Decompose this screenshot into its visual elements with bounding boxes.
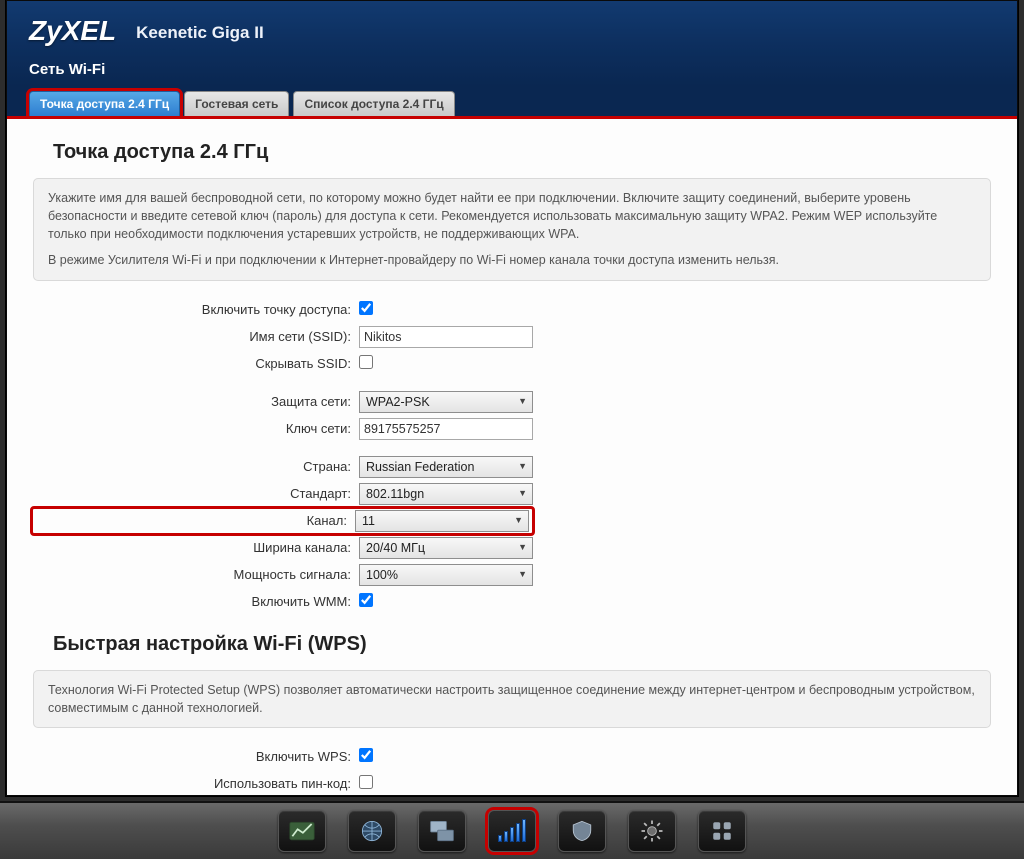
taskbar-monitor-icon[interactable]: [418, 810, 466, 852]
label-wps-enable: Включить WPS:: [33, 749, 359, 764]
wps-title: Быстрая настройка Wi-Fi (WPS): [53, 633, 991, 656]
app-window: ZyXEL Keenetic Giga II Сеть Wi-Fi Точка …: [6, 0, 1018, 796]
input-ssid[interactable]: [359, 326, 533, 348]
label-width: Ширина канала:: [33, 540, 359, 555]
select-standard[interactable]: 802.11bgn: [359, 483, 533, 505]
checkbox-wps-enable[interactable]: [359, 748, 373, 762]
select-country[interactable]: Russian Federation: [359, 456, 533, 478]
tab-access-point[interactable]: Точка доступа 2.4 ГГц: [29, 91, 180, 116]
wps-form: Включить WPS: Использовать пин-код:: [33, 744, 991, 795]
label-key: Ключ сети:: [33, 421, 359, 436]
taskbar-globe-icon[interactable]: [348, 810, 396, 852]
checkbox-wps-pin[interactable]: [359, 775, 373, 789]
brand-logo: ZyXEL: [29, 15, 116, 47]
label-security: Защита сети:: [33, 394, 359, 409]
label-enable-ap: Включить точку доступа:: [33, 302, 359, 317]
wps-hint-text: Технология Wi-Fi Protected Setup (WPS) п…: [48, 681, 976, 717]
wps-hint-box: Технология Wi-Fi Protected Setup (WPS) п…: [33, 670, 991, 728]
taskbar-wifi-icon[interactable]: [488, 810, 536, 852]
select-channel[interactable]: 11: [355, 510, 529, 532]
tab-access-list[interactable]: Список доступа 2.4 ГГц: [293, 91, 454, 116]
select-security[interactable]: WPA2-PSK: [359, 391, 533, 413]
tabs: Точка доступа 2.4 ГГц Гостевая сеть Спис…: [7, 86, 1017, 119]
label-wps-pin: Использовать пин-код:: [33, 776, 359, 791]
label-hide-ssid: Скрывать SSID:: [33, 356, 359, 371]
label-power: Мощность сигнала:: [33, 567, 359, 582]
taskbar-shield-icon[interactable]: [558, 810, 606, 852]
hint-text-1: Укажите имя для вашей беспроводной сети,…: [48, 189, 976, 243]
taskbar-dashboard-icon[interactable]: [278, 810, 326, 852]
hint-text-2: В режиме Усилителя Wi-Fi и при подключен…: [48, 251, 976, 269]
taskbar-apps-icon[interactable]: [698, 810, 746, 852]
label-standard: Стандарт:: [33, 486, 359, 501]
taskbar-gear-icon[interactable]: [628, 810, 676, 852]
ap-form: Включить точку доступа: Имя сети (SSID):…: [33, 297, 991, 615]
checkbox-wmm[interactable]: [359, 593, 373, 607]
model-name: Keenetic Giga II: [136, 23, 264, 47]
content: Точка доступа 2.4 ГГц Укажите имя для ва…: [7, 119, 1017, 795]
panel-title: Точка доступа 2.4 ГГц: [53, 141, 991, 164]
hint-box: Укажите имя для вашей беспроводной сети,…: [33, 178, 991, 281]
signal-bars-icon: [498, 820, 526, 842]
taskbar: [0, 801, 1024, 859]
label-wmm: Включить WMM:: [33, 594, 359, 609]
label-country: Страна:: [33, 459, 359, 474]
select-width[interactable]: 20/40 МГц: [359, 537, 533, 559]
label-ssid: Имя сети (SSID):: [33, 329, 359, 344]
label-channel: Канал:: [33, 513, 355, 528]
tab-guest-network[interactable]: Гостевая сеть: [184, 91, 289, 116]
select-power[interactable]: 100%: [359, 564, 533, 586]
checkbox-enable-ap[interactable]: [359, 301, 373, 315]
checkbox-hide-ssid[interactable]: [359, 355, 373, 369]
input-key[interactable]: [359, 418, 533, 440]
header: ZyXEL Keenetic Giga II Сеть Wi-Fi: [7, 1, 1017, 86]
section-title: Сеть Wi-Fi: [29, 61, 995, 78]
